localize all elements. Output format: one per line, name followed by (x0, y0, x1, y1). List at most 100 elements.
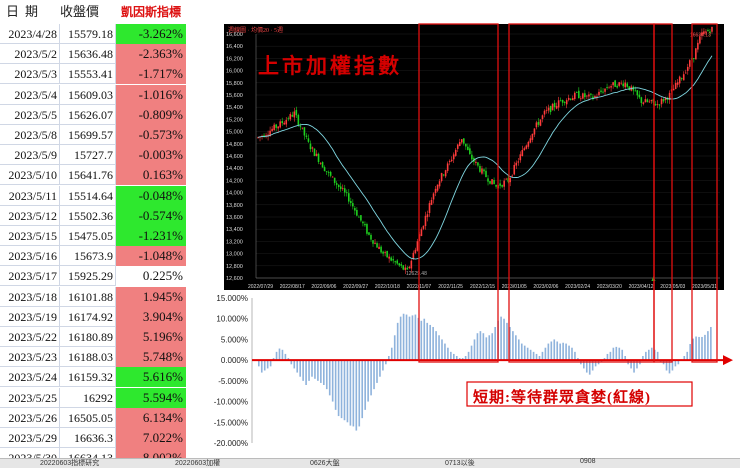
table-row[interactable]: 2023/5/10 15641.76 0.163% (0, 165, 186, 186)
table-row[interactable]: 2023/5/23 16188.03 5.748% (0, 347, 186, 368)
cell-keynes-index[interactable]: -0.809% (116, 104, 186, 125)
cell-close[interactable]: 16174.92 (60, 306, 116, 327)
cell-date[interactable]: 2023/5/10 (0, 165, 60, 186)
cell-close[interactable]: 15641.76 (60, 165, 116, 186)
cell-date[interactable]: 2023/5/16 (0, 246, 60, 267)
cell-keynes-index[interactable]: -2.363% (116, 44, 186, 65)
sheet-tab[interactable]: 20220603指標研究 (40, 458, 99, 468)
sheet-tabs[interactable]: 20220603指標研究 20220603加權 0626大盤 0713以後 0908 (0, 458, 740, 468)
cell-keynes-index[interactable]: -0.573% (116, 125, 186, 145)
table-row[interactable]: 2023/5/17 15925.29 0.225% (0, 266, 186, 287)
candle-body (507, 178, 509, 182)
table-row[interactable]: 2023/5/18 16101.88 1.945% (0, 286, 186, 307)
cell-close[interactable]: 15514.64 (60, 185, 116, 206)
cell-keynes-index[interactable]: -1.016% (116, 84, 186, 105)
cell-keynes-index[interactable]: 5.594% (116, 387, 186, 408)
cell-keynes-index[interactable]: -0.048% (116, 185, 186, 206)
cell-close[interactable]: 15609.03 (60, 84, 116, 105)
table-row[interactable]: 2023/5/22 16180.89 5.196% (0, 327, 186, 347)
cell-close[interactable]: 15626.07 (60, 104, 116, 125)
table-row[interactable]: 2023/5/12 15502.36 -0.574% (0, 205, 186, 226)
sheet-tab[interactable]: 0626大盤 (310, 458, 340, 468)
table-row[interactable]: 2023/4/28 15579.18 -3.262% (0, 24, 186, 44)
table-row[interactable]: 2023/5/26 16505.05 6.134% (0, 407, 186, 428)
cell-date[interactable]: 2023/5/18 (0, 286, 60, 307)
table-row[interactable]: 2023/5/29 16636.3 7.022% (0, 428, 186, 448)
table-row[interactable]: 2023/5/9 15727.7 -0.003% (0, 145, 186, 166)
table-row[interactable]: 2023/5/25 16292 5.594% (0, 387, 186, 408)
bar (618, 347, 621, 361)
cell-keynes-index[interactable]: -1.231% (116, 226, 186, 246)
candle-body (571, 98, 574, 101)
table-row[interactable]: 2023/5/8 15699.57 -0.573% (0, 125, 186, 145)
cell-close[interactable]: 16636.3 (60, 428, 116, 448)
cell-date[interactable]: 2023/5/8 (0, 125, 60, 145)
cell-keynes-index[interactable]: 0.163% (116, 165, 186, 186)
cell-date[interactable]: 2023/4/28 (0, 24, 60, 44)
sheet-tab[interactable]: 0713以後 (445, 458, 475, 468)
cell-date[interactable]: 2023/5/26 (0, 407, 60, 428)
cell-date[interactable]: 2023/5/12 (0, 205, 60, 226)
sheet-tab[interactable]: 20220603加權 (175, 458, 220, 468)
table-row[interactable]: 2023/5/19 16174.92 3.904% (0, 306, 186, 327)
cell-date[interactable]: 2023/5/4 (0, 84, 60, 105)
bar (325, 360, 328, 390)
cell-close[interactable]: 15925.29 (60, 266, 116, 287)
table-row[interactable]: 2023/5/4 15609.03 -1.016% (0, 84, 186, 105)
cell-close[interactable]: 16292 (60, 387, 116, 408)
cell-date[interactable]: 2023/5/22 (0, 327, 60, 347)
cell-close[interactable]: 15579.18 (60, 24, 116, 44)
table-row[interactable]: 2023/5/24 16159.32 5.616% (0, 367, 186, 388)
cell-keynes-index[interactable]: -0.003% (116, 145, 186, 166)
cell-date[interactable]: 2023/5/11 (0, 185, 60, 206)
cell-keynes-index[interactable]: 1.945% (116, 286, 186, 307)
cell-keynes-index[interactable]: -1.717% (116, 64, 186, 85)
cell-keynes-index[interactable]: 7.022% (116, 428, 186, 448)
cell-date[interactable]: 2023/5/19 (0, 306, 60, 327)
cell-keynes-index[interactable]: 5.196% (116, 327, 186, 347)
table-row[interactable]: 2023/5/16 15673.9 -1.048% (0, 246, 186, 267)
cell-close[interactable]: 16101.88 (60, 286, 116, 307)
cell-date[interactable]: 2023/5/9 (0, 145, 60, 166)
table-row[interactable]: 2023/5/15 15475.05 -1.231% (0, 226, 186, 246)
cell-close[interactable]: 16159.32 (60, 367, 116, 388)
cell-close[interactable]: 15475.05 (60, 226, 116, 246)
cell-date[interactable]: 2023/5/23 (0, 347, 60, 368)
cell-keynes-index[interactable]: -0.574% (116, 205, 186, 226)
cell-date[interactable]: 2023/5/2 (0, 44, 60, 65)
cell-close[interactable]: 16180.89 (60, 327, 116, 347)
cell-date[interactable]: 2023/5/3 (0, 64, 60, 85)
cell-keynes-index[interactable]: 5.616% (116, 367, 186, 388)
candle-body (658, 104, 661, 106)
cell-keynes-index[interactable]: 5.748% (116, 347, 186, 368)
cell-close[interactable]: 15673.9 (60, 246, 116, 267)
cell-date[interactable]: 2023/5/29 (0, 428, 60, 448)
candle-body (569, 98, 572, 100)
cell-keynes-index[interactable]: -1.048% (116, 246, 186, 267)
cell-close[interactable]: 16505.05 (60, 407, 116, 428)
cell-date[interactable]: 2023/5/5 (0, 104, 60, 125)
cell-close[interactable]: 15636.48 (60, 44, 116, 65)
cell-date[interactable]: 2023/5/24 (0, 367, 60, 388)
bar (609, 351, 612, 361)
cell-close[interactable]: 15699.57 (60, 125, 116, 145)
table-row[interactable]: 2023/5/5 15626.07 -0.809% (0, 104, 186, 125)
bar (399, 316, 402, 361)
cell-close[interactable]: 15553.41 (60, 64, 116, 85)
cell-date[interactable]: 2023/5/15 (0, 226, 60, 246)
cell-keynes-index[interactable]: 0.225% (116, 266, 186, 287)
cell-date[interactable]: 2023/5/17 (0, 266, 60, 287)
cell-keynes-index[interactable]: 6.134% (116, 407, 186, 428)
cell-close[interactable]: 15502.36 (60, 205, 116, 226)
candle-body (563, 101, 566, 103)
cell-keynes-index[interactable]: 3.904% (116, 306, 186, 327)
table-row[interactable]: 2023/5/2 15636.48 -2.363% (0, 44, 186, 65)
table-row[interactable]: 2023/5/3 15553.41 -1.717% (0, 64, 186, 85)
table-row[interactable]: 2023/5/11 15514.64 -0.048% (0, 185, 186, 206)
cell-close[interactable]: 15727.7 (60, 145, 116, 166)
candle-body (291, 114, 294, 117)
cell-keynes-index[interactable]: -3.262% (116, 24, 186, 44)
cell-date[interactable]: 2023/5/25 (0, 387, 60, 408)
cell-close[interactable]: 16188.03 (60, 347, 116, 368)
sheet-tab[interactable]: 0908 (580, 458, 596, 465)
